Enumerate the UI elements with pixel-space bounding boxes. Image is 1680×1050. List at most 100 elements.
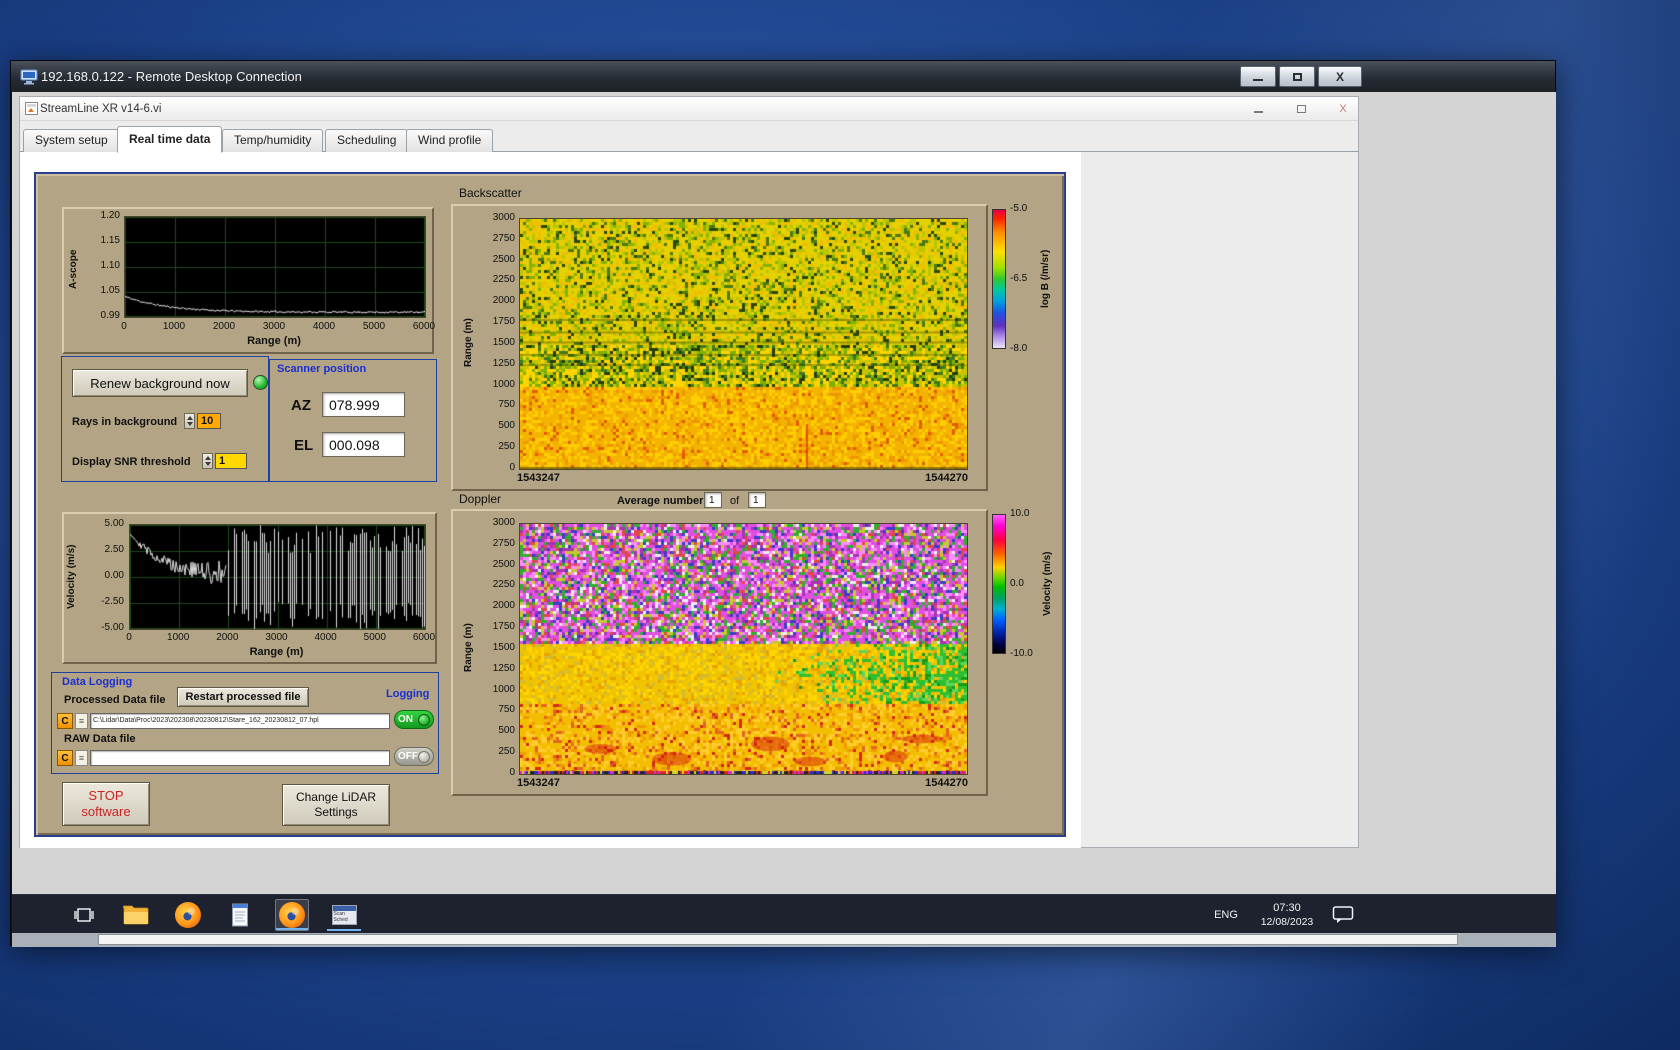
restart-processed-file-button[interactable]: Restart processed file bbox=[177, 687, 309, 707]
of-label: of bbox=[730, 495, 740, 507]
x-tick: 5000 bbox=[363, 632, 386, 643]
backscatter-title: Backscatter bbox=[459, 186, 522, 200]
raw-path-input[interactable] bbox=[90, 750, 390, 766]
rays-value-field[interactable]: 10 bbox=[197, 413, 221, 429]
cb-tick: -6.5 bbox=[1010, 273, 1028, 284]
taskbar-clock[interactable]: 07:30 12/08/2023 bbox=[1250, 895, 1324, 934]
ascope-x-ticks: 0 1000 2000 3000 4000 5000 6000 bbox=[104, 321, 444, 332]
tab-label: Temp/humidity bbox=[234, 133, 312, 147]
rays-value: 10 bbox=[201, 415, 214, 427]
background-controls-box: Renew background now Rays in background … bbox=[61, 356, 269, 482]
y-tick: 1500 bbox=[492, 336, 515, 348]
y-tick: 2750 bbox=[492, 537, 515, 549]
tab-real-time-data[interactable]: Real time data bbox=[117, 126, 223, 153]
y-tick: 500 bbox=[498, 420, 515, 432]
time: 07:30 bbox=[1273, 901, 1301, 914]
tab-wind-profile[interactable]: Wind profile bbox=[406, 129, 494, 152]
drive-icon[interactable]: C bbox=[57, 750, 73, 766]
y-tick: 500 bbox=[498, 725, 515, 737]
tab-system-setup[interactable]: System setup bbox=[23, 129, 120, 152]
snr-value-field[interactable]: 1 bbox=[215, 453, 247, 469]
language-code: ENG bbox=[1214, 908, 1238, 921]
drive-icon[interactable]: C bbox=[57, 713, 73, 729]
y-tick: 1750 bbox=[492, 621, 515, 633]
snr-spinner[interactable] bbox=[202, 453, 213, 469]
firefox-icon bbox=[279, 901, 305, 928]
firefox-active-button[interactable] bbox=[275, 898, 309, 931]
scan-scheduler-button[interactable]: Scan Sched bbox=[327, 899, 361, 931]
y-tick: 2250 bbox=[492, 274, 515, 286]
app-titlebar[interactable]: StreamLine XR v14-6.vi X bbox=[20, 97, 1358, 121]
scrollbar-thumb[interactable] bbox=[98, 934, 1458, 945]
toggle-knob-icon bbox=[418, 750, 430, 763]
x-start-tick: 1543247 bbox=[517, 472, 560, 484]
scanner-position-box: Scanner position AZ 078.999 EL 000.098 bbox=[269, 359, 437, 482]
rdp-titlebar[interactable]: 192.168.0.122 - Remote Desktop Connectio… bbox=[11, 61, 1555, 92]
raw-file-label: RAW Data file bbox=[64, 733, 136, 745]
rdp-window: 192.168.0.122 - Remote Desktop Connectio… bbox=[10, 60, 1556, 947]
task-view-icon bbox=[74, 907, 94, 922]
velocity-x-axis-title: Range (m) bbox=[249, 646, 304, 658]
y-tick: 1250 bbox=[492, 662, 515, 674]
velocity-y-axis-title: Velocity (m/s) bbox=[66, 544, 77, 609]
path-browse-icon[interactable] bbox=[75, 750, 88, 766]
text-editor-button[interactable] bbox=[223, 899, 257, 931]
processed-file-label: Processed Data file bbox=[64, 694, 166, 706]
increment-icon bbox=[204, 456, 211, 460]
increment-icon bbox=[186, 416, 193, 420]
app-maximize-button[interactable] bbox=[1288, 101, 1314, 117]
remote-desktop-area: StreamLine XR v14-6.vi X System setup Re… bbox=[12, 92, 1556, 947]
tab-label: Wind profile bbox=[418, 133, 482, 147]
close-icon: X bbox=[1335, 69, 1344, 84]
y-tick: 250 bbox=[498, 746, 515, 758]
y-tick: 2000 bbox=[492, 600, 515, 612]
y-tick: 750 bbox=[498, 704, 515, 716]
y-tick: 0 bbox=[509, 461, 515, 473]
y-tick: 1000 bbox=[492, 378, 515, 390]
app-close-button[interactable]: X bbox=[1330, 101, 1356, 117]
button-label: Settings bbox=[314, 805, 358, 819]
logging-label: Logging bbox=[386, 688, 430, 700]
rdp-maximize-button[interactable] bbox=[1279, 66, 1315, 87]
change-lidar-settings-button[interactable]: Change LiDAR Settings bbox=[282, 784, 390, 826]
doppler-colorbar-title: Velocity (m/s) bbox=[1042, 551, 1053, 617]
rdp-minimize-button[interactable] bbox=[1240, 66, 1276, 87]
toggle-label: ON bbox=[398, 714, 413, 725]
average-number-field[interactable]: 1 bbox=[704, 492, 722, 508]
horizontal-scrollbar[interactable] bbox=[12, 933, 1556, 947]
firefox-button[interactable] bbox=[171, 899, 205, 931]
action-center-button[interactable] bbox=[1332, 895, 1354, 934]
renew-background-button[interactable]: Renew background now bbox=[72, 369, 248, 397]
tab-scheduling[interactable]: Scheduling bbox=[325, 129, 409, 152]
doppler-colorbar-ticks: 10.0 0.0 -10.0 bbox=[1010, 509, 1040, 659]
tab-temp-humidity[interactable]: Temp/humidity bbox=[222, 129, 324, 152]
y-tick: 2.50 bbox=[104, 544, 124, 555]
rdp-close-button[interactable]: X bbox=[1318, 66, 1362, 87]
backscatter-heatmap bbox=[519, 218, 968, 470]
x-tick: 2000 bbox=[216, 632, 239, 643]
y-tick: 2500 bbox=[492, 253, 515, 265]
app-minimize-button[interactable] bbox=[1245, 101, 1271, 117]
cb-tick: -5.0 bbox=[1010, 203, 1028, 214]
language-indicator[interactable]: ENG bbox=[1208, 895, 1244, 934]
x-tick: 6000 bbox=[412, 632, 436, 643]
doppler-y-axis-title: Range (m) bbox=[463, 623, 474, 673]
processed-path-input[interactable]: C:\Lidar\Data\Proc\2023\202308\20230812\… bbox=[90, 713, 390, 729]
y-tick: 0.99 bbox=[100, 310, 120, 321]
y-tick: 3000 bbox=[492, 212, 515, 223]
average-count-field[interactable]: 1 bbox=[748, 492, 766, 508]
velocity-frame: Velocity (m/s) 5.00 2.50 0.00 -2.50 -5.0… bbox=[62, 512, 437, 664]
data-logging-title: Data Logging bbox=[62, 676, 133, 688]
backscatter-colorbar-ticks: -5.0 -6.5 -8.0 bbox=[1010, 204, 1038, 354]
drive-letter: C bbox=[61, 752, 69, 764]
stop-software-button[interactable]: STOP software bbox=[62, 782, 150, 826]
task-view-button[interactable] bbox=[67, 899, 101, 931]
rays-spinner[interactable] bbox=[184, 413, 195, 429]
path-browse-icon[interactable] bbox=[75, 713, 88, 729]
y-tick: 3000 bbox=[492, 517, 515, 528]
x-tick: 1000 bbox=[167, 632, 190, 643]
file-explorer-button[interactable] bbox=[119, 899, 153, 931]
processed-logging-toggle[interactable]: ON bbox=[394, 710, 434, 729]
scan-scheduler-caption: Scan Sched bbox=[333, 910, 348, 923]
raw-logging-toggle[interactable]: OFF bbox=[394, 747, 434, 766]
